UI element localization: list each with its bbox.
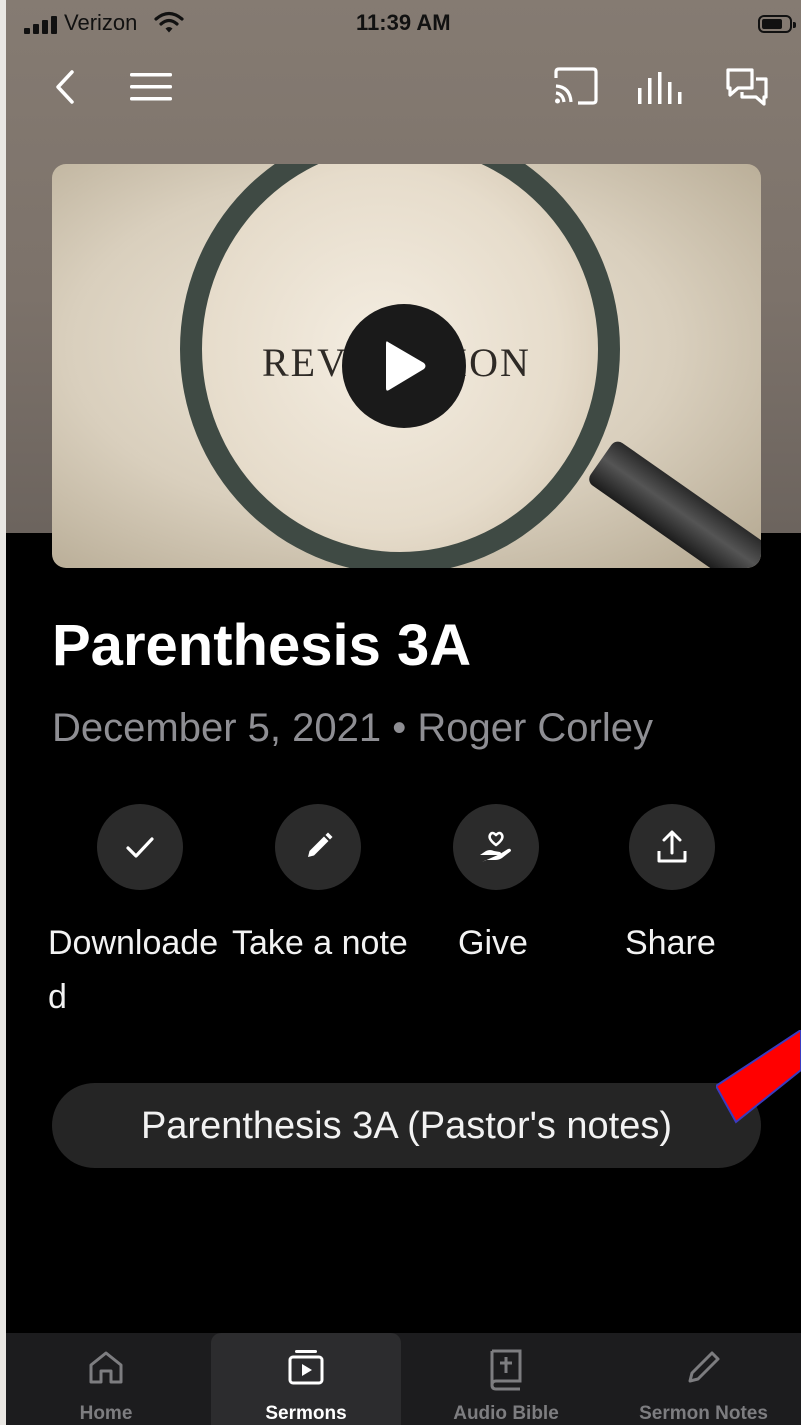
tab-home-label: Home	[79, 1403, 133, 1424]
give-button[interactable]	[453, 804, 539, 890]
sermons-play-icon	[288, 1350, 324, 1385]
sermon-date: December 5, 2021	[52, 706, 382, 750]
play-button[interactable]	[342, 304, 466, 428]
sermon-title: Parenthesis 3A	[52, 613, 472, 678]
share-button[interactable]	[629, 804, 715, 890]
status-time: 11:39 AM	[356, 10, 451, 35]
status-bar: Verizon 11:39 AM	[6, 0, 801, 50]
take-note-button[interactable]	[275, 804, 361, 890]
downloaded-button[interactable]	[97, 804, 183, 890]
pencil-icon	[308, 832, 333, 857]
checkmark-icon	[126, 837, 154, 858]
give-label: Give	[458, 924, 528, 962]
take-note-label: Take a note	[232, 924, 408, 962]
tab-sermons-label: Sermons	[265, 1403, 347, 1424]
menu-icon[interactable]	[128, 70, 174, 104]
heart-hand-icon	[480, 831, 511, 862]
chat-icon[interactable]	[724, 66, 770, 108]
tab-bar: Home Sermons Audio Bible Sermon Notes	[6, 1333, 801, 1425]
downloaded-label: Downloade d	[48, 924, 219, 1016]
meta-separator: •	[392, 706, 407, 750]
audio-levels-icon[interactable]	[636, 70, 684, 106]
signal-strength-icon	[24, 16, 60, 34]
tab-audio-bible[interactable]: Audio Bible	[406, 1333, 606, 1425]
app-screen: Verizon 11:39 AM Parenthesis 3A December…	[0, 0, 801, 1425]
share-label: Share	[625, 924, 716, 962]
sermon-artwork: REVELATION	[52, 164, 761, 568]
battery-icon	[758, 15, 796, 33]
tab-audio-bible-label: Audio Bible	[453, 1403, 559, 1424]
red-annotation-arrow	[716, 1030, 801, 1124]
tab-sermon-notes[interactable]: Sermon Notes	[606, 1333, 801, 1425]
tab-sermon-notes-label: Sermon Notes	[639, 1403, 768, 1424]
play-icon	[386, 341, 426, 391]
home-icon	[89, 1351, 123, 1384]
pastor-notes-button[interactable]: Parenthesis 3A (Pastor's notes)	[52, 1083, 761, 1168]
pencil-icon	[688, 1351, 720, 1383]
share-upload-icon	[657, 830, 687, 863]
carrier-name: Verizon	[64, 10, 138, 35]
bible-icon	[490, 1349, 522, 1391]
sermon-meta: December 5, 2021 • Roger Corley	[52, 706, 653, 751]
back-chevron-icon[interactable]	[52, 68, 78, 106]
sermon-speaker: Roger Corley	[417, 706, 654, 750]
cast-icon[interactable]	[552, 66, 600, 106]
wifi-icon	[154, 11, 184, 33]
tab-home[interactable]: Home	[6, 1333, 206, 1425]
tab-sermons[interactable]: Sermons	[211, 1333, 401, 1425]
